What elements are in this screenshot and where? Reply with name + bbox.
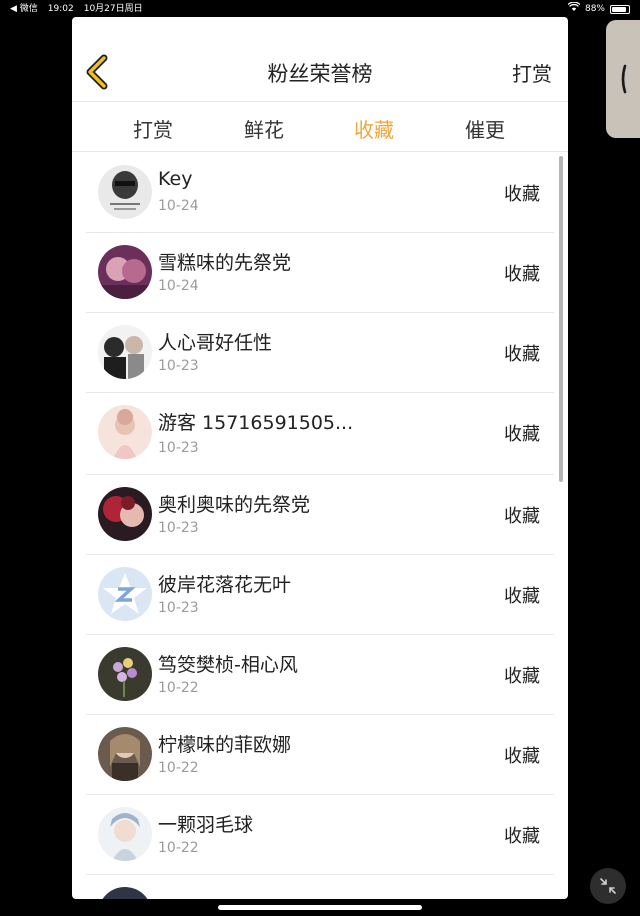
fan-date: 10-23 (158, 520, 199, 536)
fan-honor-panel: 粉丝荣誉榜 打赏 打赏 鲜花 收藏 催更 Key 10-24 收藏 雪糕味的先祭… (72, 17, 568, 899)
fan-name: 彼岸花落花无叶 (158, 574, 292, 596)
fan-date: 10-24 (158, 278, 199, 294)
list-item[interactable]: 人心哥好任性 10-23 收藏 (86, 312, 554, 393)
fan-date: 10-24 (158, 198, 199, 214)
list-item[interactable]: 彼岸花落花无叶 10-23 收藏 (86, 554, 554, 635)
reward-button[interactable]: 打赏 (512, 58, 552, 87)
fan-date: 10-22 (158, 760, 199, 776)
fan-name: 游客 15716591505... (158, 412, 354, 434)
list-item[interactable]: 奥利奥味的先祭党 10-23 收藏 (86, 474, 554, 555)
fan-date: 10-22 (158, 680, 199, 696)
fan-action-label: 收藏 (504, 506, 540, 527)
list-item[interactable]: 笃筊樊桢-相心风 10-22 收藏 (86, 634, 554, 715)
battery-fill (612, 6, 626, 12)
back-to-app-link[interactable]: ◀ 微信 (10, 0, 38, 18)
avatar (98, 567, 152, 621)
list-item[interactable]: Key 10-24 收藏 (86, 152, 554, 233)
wifi-icon (567, 0, 581, 18)
status-left: ◀ 微信 19:02 10月27日周日 (10, 0, 143, 18)
status-bar: ◀ 微信 19:02 10月27日周日 88% (0, 0, 640, 18)
fan-action-label: 收藏 (504, 184, 540, 205)
avatar (98, 245, 152, 299)
fan-name: 雪糕味的先祭党 (158, 252, 292, 274)
avatar (98, 165, 152, 219)
list-item[interactable]: 游客 15716591505... 10-23 收藏 (86, 392, 554, 475)
panel-header: 粉丝荣誉榜 打赏 (72, 17, 568, 102)
list-item[interactable]: 一颗羽毛球 10-22 收藏 (86, 794, 554, 875)
fan-name: 一颗羽毛球 (158, 814, 254, 836)
tab-flowers[interactable]: 鲜花 (219, 114, 309, 143)
tab-urge-update[interactable]: 催更 (440, 114, 530, 143)
list-item[interactable] (86, 874, 554, 899)
avatar (98, 325, 152, 379)
avatar (98, 887, 152, 899)
home-indicator[interactable] (218, 905, 422, 910)
avatar (98, 647, 152, 701)
fan-date: 10-23 (158, 440, 199, 456)
tab-reward[interactable]: 打赏 (108, 114, 198, 143)
battery-icon (610, 4, 630, 14)
page-title: 粉丝荣誉榜 (267, 62, 373, 86)
avatar (98, 727, 152, 781)
avatar (98, 487, 152, 541)
fan-action-label: 收藏 (504, 586, 540, 607)
status-date: 10月27日周日 (83, 4, 143, 14)
tab-favorites[interactable]: 收藏 (329, 114, 419, 143)
fan-date: 10-23 (158, 358, 199, 374)
fan-list[interactable]: Key 10-24 收藏 雪糕味的先祭党 10-24 收藏 人心哥好任性 10-… (72, 152, 568, 899)
avatar (98, 405, 152, 459)
list-scrollbar[interactable] (559, 156, 563, 482)
status-right: 88% (567, 0, 630, 18)
fan-name: Key (158, 168, 193, 190)
fan-name: 柠檬味的菲欧娜 (158, 734, 292, 756)
fan-action-label: 收藏 (504, 424, 540, 445)
fan-action-label: 收藏 (504, 826, 540, 847)
handle-grip-icon (621, 64, 627, 94)
fan-action-label: 收藏 (504, 344, 540, 365)
fan-name: 人心哥好任性 (158, 332, 273, 354)
fan-date: 10-23 (158, 600, 199, 616)
fan-name: 笃筊樊桢-相心风 (158, 654, 298, 676)
avatar (98, 807, 152, 861)
list-item[interactable]: 雪糕味的先祭党 10-24 收藏 (86, 232, 554, 313)
list-item[interactable]: 柠檬味的菲欧娜 10-22 收藏 (86, 714, 554, 795)
fan-action-label: 收藏 (504, 666, 540, 687)
fan-action-label: 收藏 (504, 746, 540, 767)
battery-percent: 88% (584, 4, 605, 14)
fan-name: 奥利奥味的先祭党 (158, 494, 311, 516)
fan-action-label: 收藏 (504, 264, 540, 285)
collapse-button[interactable] (590, 868, 626, 904)
fan-date: 10-22 (158, 840, 199, 856)
tab-bar: 打赏 鲜花 收藏 催更 (72, 102, 568, 152)
status-time: 19:02 (47, 4, 74, 14)
collapse-arrows-icon (600, 878, 616, 894)
side-panel-handle[interactable] (606, 20, 640, 138)
